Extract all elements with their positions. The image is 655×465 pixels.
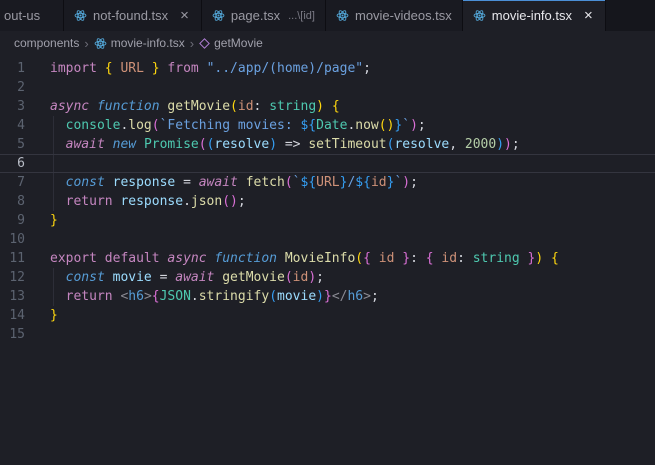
code-line[interactable]: 8 return response.json(); <box>0 192 655 211</box>
code-text: return <h6>{JSON.stringify(movie)}</h6>; <box>65 289 379 304</box>
code-line[interactable]: 10 <box>0 230 655 249</box>
line-number: 11 <box>9 251 25 266</box>
tab-movie-videos-tsx[interactable]: movie-videos.tsx <box>325 0 463 31</box>
chevron-right-icon: › <box>84 35 89 51</box>
code-line[interactable]: 5 await new Promise((resolve) => setTime… <box>0 135 655 154</box>
tab-movie-info-tsx[interactable]: movie-info.tsx × <box>462 0 606 31</box>
react-icon <box>336 9 349 22</box>
code-text: } <box>50 213 58 228</box>
code-area[interactable]: 1 import { URL } from "../app/(home)/page… <box>0 55 655 344</box>
line-number: 13 <box>9 289 25 304</box>
tab-bar: out-us not-found.tsx × page.tsx ...\[id] movi… <box>0 0 655 31</box>
code-line-current[interactable]: 6 <box>0 154 655 173</box>
close-icon[interactable]: × <box>178 8 191 23</box>
tab-description: ...\[id] <box>288 9 315 22</box>
code-text: return response.json(); <box>65 194 246 209</box>
breadcrumb-label: components <box>14 36 80 50</box>
tab-not-found-tsx[interactable]: not-found.tsx × <box>64 0 202 31</box>
code-text: import { URL } from "../app/(home)/page"… <box>50 61 371 76</box>
tab-label: not-found.tsx <box>93 8 169 23</box>
tab-label: movie-videos.tsx <box>354 8 452 23</box>
line-number: 1 <box>17 61 25 76</box>
breadcrumb-label: getMovie <box>214 36 263 50</box>
line-number: 4 <box>17 118 25 133</box>
react-icon <box>212 9 225 22</box>
line-number: 8 <box>17 194 25 209</box>
react-icon <box>74 9 87 22</box>
code-text: async function getMovie(id: string) { <box>50 99 340 114</box>
breadcrumb-item-getmovie[interactable]: getMovie <box>199 36 263 50</box>
line-number: 10 <box>9 232 25 247</box>
line-number: 2 <box>17 80 25 95</box>
code-text: console.log(`Fetching movies: ${Date.now… <box>65 118 426 133</box>
code-line[interactable]: 14} <box>0 306 655 325</box>
code-line[interactable]: 7 const response = await fetch(`${URL}/$… <box>0 173 655 192</box>
code-line[interactable]: 11 export default async function MovieInf… <box>0 249 655 268</box>
line-number: 9 <box>17 213 25 228</box>
code-line[interactable]: 2 <box>0 78 655 97</box>
tab-label: movie-info.tsx <box>491 8 572 23</box>
code-text: } <box>50 308 58 323</box>
line-number: 14 <box>9 308 25 323</box>
line-number: 5 <box>17 137 25 152</box>
line-number: 3 <box>17 99 25 114</box>
breadcrumb: components › movie-info.tsx › getMovie <box>0 31 655 55</box>
code-text: await new Promise((resolve) => setTimeou… <box>65 137 520 152</box>
tab-page-tsx[interactable]: page.tsx ...\[id] <box>201 0 326 31</box>
chevron-right-icon: › <box>189 35 195 51</box>
method-symbol-icon <box>199 37 210 49</box>
code-line[interactable]: 12 const movie = await getMovie(id); <box>0 268 655 287</box>
code-line[interactable]: 9} <box>0 211 655 230</box>
breadcrumb-label: movie-info.tsx <box>110 36 185 50</box>
react-icon <box>473 9 486 22</box>
tab-out-us[interactable]: out-us <box>0 0 64 31</box>
tab-label: page.tsx <box>230 8 281 23</box>
line-number: 7 <box>17 175 25 190</box>
react-icon <box>94 37 107 50</box>
line-number: 12 <box>9 270 25 285</box>
code-line[interactable]: 15 <box>0 325 655 344</box>
close-icon[interactable]: × <box>582 8 595 23</box>
code-text: const movie = await getMovie(id); <box>65 270 324 285</box>
code-line[interactable]: 1 import { URL } from "../app/(home)/page… <box>0 59 655 78</box>
code-line[interactable]: 3 async function getMovie(id: string) { <box>0 97 655 116</box>
code-text: const response = await fetch(`${URL}/${i… <box>65 175 418 190</box>
breadcrumb-item-movie-info-tsx[interactable]: movie-info.tsx <box>94 36 185 50</box>
breadcrumb-item-components[interactable]: components <box>14 36 79 50</box>
tab-label: out-us <box>4 8 41 23</box>
code-line[interactable]: 13 return <h6>{JSON.stringify(movie)}</h… <box>0 287 655 306</box>
line-number: 6 <box>17 156 25 171</box>
code-text: export default async function MovieInfo(… <box>50 251 559 266</box>
code-line[interactable]: 4 console.log(`Fetching movies: ${Date.n… <box>0 116 655 135</box>
line-number: 15 <box>9 327 25 342</box>
